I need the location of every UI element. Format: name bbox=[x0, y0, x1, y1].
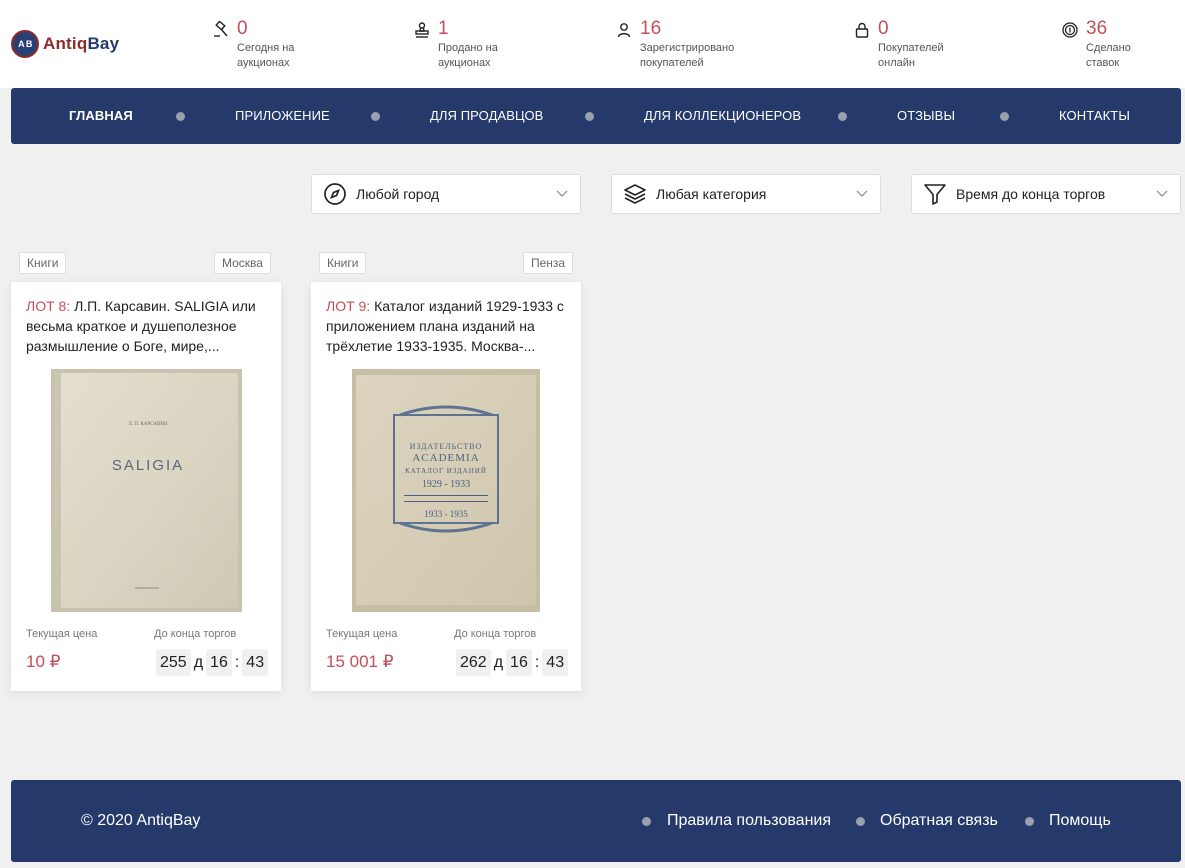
lot-number: ЛОТ 8: bbox=[26, 298, 71, 314]
lot-number: ЛОТ 9: bbox=[326, 298, 371, 314]
svg-text:КАТАЛОГ ИЗДАНИЙ: КАТАЛОГ ИЗДАНИЙ bbox=[405, 467, 487, 475]
timer-minutes: 43 bbox=[542, 649, 569, 676]
lot-card[interactable]: ЛОТ 9: Каталог изданий 1929-1933 с прило… bbox=[311, 282, 581, 691]
copyright: © 2020 AntiqBay bbox=[81, 812, 201, 829]
coin-icon bbox=[1061, 21, 1079, 39]
stat-value: 0 bbox=[878, 18, 889, 39]
layers-icon bbox=[623, 182, 647, 206]
city-tag[interactable]: Пенза bbox=[523, 252, 574, 274]
main-nav: ГЛАВНАЯ ПРИЛОЖЕНИЕ ДЛЯ ПРОДАВЦОВ ДЛЯ КОЛ… bbox=[11, 88, 1181, 144]
footer-separator bbox=[856, 817, 865, 826]
timer-days-unit: д bbox=[493, 653, 504, 671]
nav-item-sellers[interactable]: ДЛЯ ПРОДАВЦОВ bbox=[430, 88, 543, 144]
nav-separator bbox=[1000, 112, 1009, 121]
nav-item-contacts[interactable]: КОНТАКТЫ bbox=[1059, 88, 1130, 144]
footer-separator bbox=[1025, 817, 1034, 826]
category-filter-select[interactable]: Любая категория bbox=[611, 174, 881, 214]
lot-card[interactable]: ЛОТ 8: Л.П. Карсавин. SALIGIA или весьма… bbox=[11, 282, 281, 691]
countdown-timer: 255 д 16 : 43 bbox=[156, 649, 269, 676]
footer-link-help[interactable]: Помощь bbox=[1049, 812, 1111, 830]
svg-text:ACADEMIA: ACADEMIA bbox=[412, 452, 479, 464]
gavel-icon bbox=[212, 21, 230, 39]
current-price-label: Текущая цена bbox=[326, 628, 398, 640]
stat-registered-buyers: 16 Зарегистрировано покупателей bbox=[615, 18, 750, 71]
stat-label: Продано на аукционах bbox=[438, 42, 498, 69]
stat-label: Сегодня на аукционах bbox=[237, 42, 295, 69]
footer: © 2020 AntiqBay Правила пользования Обра… bbox=[11, 780, 1181, 862]
timer-hours: 16 bbox=[206, 649, 232, 676]
time-left-label: До конца торгов bbox=[154, 628, 237, 640]
filter-funnel-icon bbox=[923, 182, 947, 206]
svg-text:1933 - 1935: 1933 - 1935 bbox=[424, 509, 468, 519]
svg-text:ИЗДАТЕЛЬСТВО: ИЗДАТЕЛЬСТВО bbox=[410, 442, 483, 451]
logo-text: AntiqBay bbox=[43, 34, 120, 53]
time-filter-select[interactable]: Время до конца торгов bbox=[911, 174, 1181, 214]
timer-days-unit: д bbox=[193, 653, 204, 671]
stat-value: 0 bbox=[237, 18, 248, 39]
current-price: 15 001 ₽ bbox=[326, 652, 394, 671]
nav-separator bbox=[838, 112, 847, 121]
city-filter-select[interactable]: Любой город bbox=[311, 174, 581, 214]
stat-label: Покупателей онлайн bbox=[878, 42, 944, 69]
category-tag[interactable]: Книги bbox=[19, 252, 67, 274]
time-left-label: До конца торгов bbox=[454, 628, 537, 640]
timer-separator: : bbox=[234, 653, 240, 671]
current-price: 10 ₽ bbox=[26, 652, 61, 671]
timer-hours: 16 bbox=[506, 649, 532, 676]
category-filter-value: Любая категория bbox=[656, 186, 767, 202]
chevron-down-icon bbox=[1156, 188, 1168, 200]
current-price-label: Текущая цена bbox=[26, 628, 98, 640]
user-icon bbox=[615, 21, 633, 39]
nav-item-home[interactable]: ГЛАВНАЯ bbox=[69, 88, 133, 144]
time-filter-value: Время до конца торгов bbox=[956, 186, 1106, 202]
stat-value: 36 bbox=[1086, 18, 1108, 39]
stat-sold-auctions: 1 Продано на аукционах bbox=[413, 18, 528, 71]
timer-minutes: 43 bbox=[242, 649, 269, 676]
nav-item-app[interactable]: ПРИЛОЖЕНИЕ bbox=[235, 88, 330, 144]
svg-text:Л. П. КАРСАВИН: Л. П. КАРСАВИН bbox=[128, 422, 167, 427]
lot-title[interactable]: ЛОТ 8: Л.П. Карсавин. SALIGIA или весьма… bbox=[26, 296, 266, 356]
stat-buyers-online: 0 Покупателей онлайн bbox=[853, 18, 958, 71]
city-filter-value: Любой город bbox=[356, 186, 440, 202]
nav-separator bbox=[585, 112, 594, 121]
nav-item-reviews[interactable]: ОТЗЫВЫ bbox=[897, 88, 955, 144]
chevron-down-icon bbox=[856, 188, 868, 200]
city-tag[interactable]: Москва bbox=[214, 252, 271, 274]
category-tag[interactable]: Книги bbox=[319, 252, 367, 274]
svg-text:1929 - 1933: 1929 - 1933 bbox=[422, 479, 470, 490]
stamp-icon bbox=[413, 21, 431, 39]
nav-separator bbox=[371, 112, 380, 121]
top-header: A B AntiqBay 0 Сегодня на аукционах 1 Пр… bbox=[0, 0, 1185, 88]
timer-days: 255 bbox=[156, 649, 191, 676]
footer-link-feedback[interactable]: Обратная связь bbox=[880, 812, 998, 830]
stat-today-auctions: 0 Сегодня на аукционах bbox=[212, 18, 327, 71]
nav-separator bbox=[176, 112, 185, 121]
stat-bids-made: 36 Сделано ставок bbox=[1061, 18, 1146, 71]
stat-label: Зарегистрировано покупателей bbox=[640, 42, 735, 69]
stat-value: 1 bbox=[438, 18, 449, 39]
nav-item-collectors[interactable]: ДЛЯ КОЛЛЕКЦИОНЕРОВ bbox=[644, 88, 801, 144]
timer-days: 262 bbox=[456, 649, 491, 676]
chevron-down-icon bbox=[556, 188, 568, 200]
stat-value: 16 bbox=[640, 18, 662, 39]
lot-image[interactable]: Л. П. КАРСАВИН SALIGIA bbox=[51, 369, 242, 612]
compass-icon bbox=[323, 182, 347, 206]
timer-separator: : bbox=[534, 653, 540, 671]
countdown-timer: 262 д 16 : 43 bbox=[456, 649, 569, 676]
footer-link-terms[interactable]: Правила пользования bbox=[667, 812, 831, 830]
lock-icon bbox=[853, 21, 871, 39]
logo-mark: A B bbox=[11, 30, 39, 58]
svg-text:SALIGIA: SALIGIA bbox=[112, 457, 184, 474]
logo[interactable]: A B AntiqBay bbox=[11, 30, 119, 58]
lot-image[interactable]: ИЗДАТЕЛЬСТВО ACADEMIA КАТАЛОГ ИЗДАНИЙ 19… bbox=[352, 369, 540, 612]
lot-title[interactable]: ЛОТ 9: Каталог изданий 1929-1933 с прило… bbox=[326, 296, 566, 356]
footer-separator bbox=[642, 817, 651, 826]
stat-label: Сделано ставок bbox=[1086, 42, 1131, 69]
